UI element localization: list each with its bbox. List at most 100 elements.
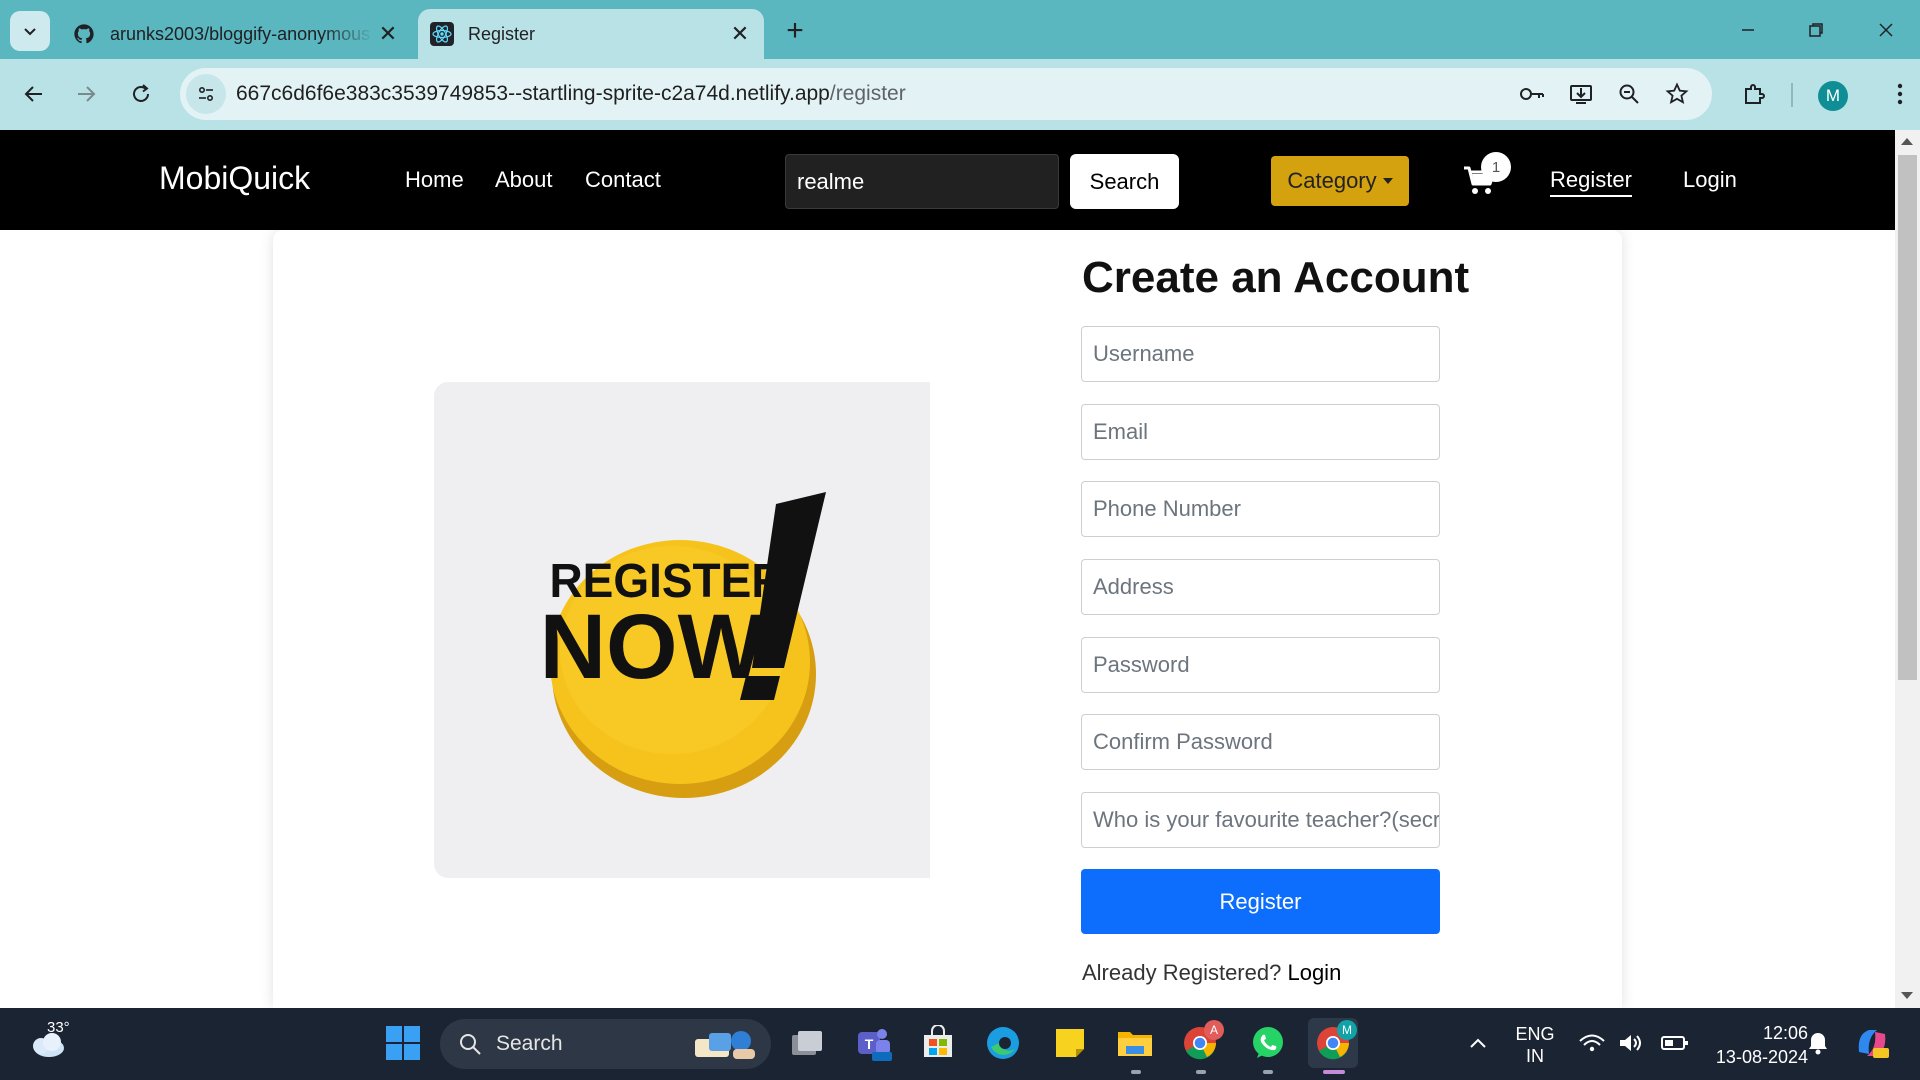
language-indicator[interactable]: ENG IN	[1510, 1023, 1560, 1067]
cart-count-badge: 1	[1481, 152, 1511, 182]
tab-search-button[interactable]	[10, 11, 50, 51]
arrow-left-icon	[24, 86, 42, 102]
chrome-active-profile-badge: M	[1337, 1020, 1357, 1040]
reload-button[interactable]	[121, 74, 161, 114]
notifications-button[interactable]	[1793, 1018, 1843, 1068]
windows-logo-icon	[386, 1026, 420, 1060]
confirm-password-field[interactable]: Confirm Password	[1081, 714, 1440, 770]
tab-register[interactable]: Register ✕	[418, 9, 764, 59]
bell-icon	[1809, 1033, 1827, 1055]
browser-tabstrip: arunks2003/bloggify-anonymous ✕ Register…	[0, 0, 1920, 59]
login-link[interactable]: Login	[1287, 960, 1341, 985]
url-host: 667c6d6f6e383c3539749853--startling-spri…	[236, 82, 830, 105]
already-label: Already Registered?	[1082, 960, 1282, 985]
taskbar-search[interactable]: Search	[440, 1019, 771, 1069]
file-explorer-app[interactable]	[1110, 1018, 1160, 1068]
extensions-button[interactable]	[1734, 74, 1774, 114]
restore-icon	[1809, 23, 1823, 37]
url-text: 667c6d6f6e383c3539749853--startling-spri…	[236, 82, 906, 106]
svg-text:T: T	[865, 1036, 874, 1052]
chrome-profile-badge: A	[1204, 1020, 1224, 1040]
show-hidden-icons-button[interactable]	[1453, 1018, 1503, 1068]
copilot-button[interactable]	[1847, 1018, 1897, 1068]
nav-home[interactable]: Home	[405, 167, 464, 193]
puzzle-icon	[1745, 84, 1765, 104]
region-code: IN	[1526, 1046, 1544, 1066]
back-button[interactable]	[14, 74, 54, 114]
close-icon[interactable]: ✕	[726, 20, 754, 48]
folder-icon	[1118, 1032, 1152, 1056]
taskbar-search-label: Search	[496, 1032, 563, 1055]
site-info-icon[interactable]	[186, 74, 226, 114]
close-icon[interactable]: ✕	[374, 20, 402, 48]
running-app-indicator	[1131, 1070, 1141, 1074]
tab-github[interactable]: arunks2003/bloggify-anonymous ✕	[60, 9, 412, 59]
badge-line2: NOW	[540, 596, 765, 698]
sticky-notes-app[interactable]	[1045, 1018, 1095, 1068]
browser-menu-button[interactable]	[1880, 74, 1920, 114]
nav-register[interactable]: Register	[1550, 167, 1632, 197]
network-volume-battery[interactable]	[1566, 1018, 1706, 1068]
category-dropdown[interactable]: Category	[1271, 156, 1409, 206]
nav-login[interactable]: Login	[1683, 167, 1737, 193]
scrollbar-thumb[interactable]	[1898, 155, 1917, 680]
close-icon	[1879, 23, 1893, 37]
toolbar-divider	[1791, 83, 1793, 107]
chrome-app[interactable]: A	[1175, 1018, 1225, 1068]
forward-button[interactable]	[66, 74, 106, 114]
search-button[interactable]: Search	[1070, 154, 1179, 209]
task-view-button[interactable]	[782, 1018, 832, 1068]
restore-button[interactable]	[1792, 8, 1840, 52]
secret-answer-field[interactable]: Who is your favourite teacher?(secret)	[1081, 792, 1440, 848]
address-field[interactable]: Address	[1081, 559, 1440, 615]
profile-avatar[interactable]: M	[1818, 81, 1848, 111]
whatsapp-app[interactable]	[1243, 1018, 1293, 1068]
scroll-up-icon[interactable]	[1901, 138, 1913, 145]
clock-time: 12:06	[1762, 1023, 1808, 1043]
caret-down-icon	[1382, 178, 1393, 184]
clock[interactable]: 12:06 13-08-2024	[1698, 1021, 1808, 1069]
store-app[interactable]	[913, 1018, 963, 1068]
nav-about[interactable]: About	[495, 167, 553, 193]
minimize-button[interactable]	[1724, 8, 1772, 52]
search-input[interactable]: realme	[785, 154, 1059, 209]
phone-field[interactable]: Phone Number	[1081, 481, 1440, 537]
brand-logo[interactable]: MobiQuick	[159, 160, 310, 197]
register-now-badge: REGISTER NOW	[540, 492, 826, 798]
already-registered-text: Already Registered? Login	[1082, 960, 1341, 986]
scroll-down-icon[interactable]	[1901, 992, 1913, 999]
system-status-icons	[1579, 1034, 1688, 1052]
teams-icon: T	[858, 1029, 892, 1061]
install-app-icon[interactable]	[1561, 68, 1601, 120]
register-button[interactable]: Register	[1081, 869, 1440, 934]
new-tab-button[interactable]: +	[778, 14, 812, 48]
tab-title: arunks2003/bloggify-anonymous	[110, 23, 371, 44]
more-vertical-icon	[1897, 83, 1903, 105]
category-label: Category	[1287, 168, 1377, 193]
teams-app[interactable]: T	[848, 1018, 898, 1068]
whatsapp-icon	[1253, 1027, 1283, 1058]
start-button[interactable]	[378, 1018, 428, 1068]
bookmark-star-icon[interactable]	[1657, 68, 1697, 120]
weather-temperature: 33°	[47, 1019, 70, 1036]
github-icon	[72, 22, 96, 46]
address-bar[interactable]: 667c6d6f6e383c3539749853--startling-spri…	[180, 68, 1712, 120]
chevron-up-icon	[1470, 1038, 1486, 1048]
edge-icon	[987, 1027, 1019, 1059]
username-field[interactable]: Username	[1081, 326, 1440, 382]
microsoft-store-icon	[924, 1025, 952, 1057]
running-app-indicator	[1263, 1070, 1273, 1074]
edge-app[interactable]	[978, 1018, 1028, 1068]
chrome-app-active[interactable]: M	[1308, 1018, 1358, 1068]
password-key-icon[interactable]	[1512, 68, 1552, 120]
register-illustration: REGISTER NOW	[434, 382, 930, 878]
running-app-indicator	[1196, 1070, 1206, 1074]
email-field[interactable]: Email	[1081, 404, 1440, 460]
close-window-button[interactable]	[1862, 8, 1910, 52]
tab-title: Register	[468, 23, 536, 44]
password-field[interactable]: Password	[1081, 637, 1440, 693]
copilot-icon	[1858, 1030, 1889, 1058]
zoom-icon[interactable]	[1609, 68, 1649, 120]
nav-contact[interactable]: Contact	[585, 167, 661, 193]
minimize-icon	[1742, 29, 1754, 31]
